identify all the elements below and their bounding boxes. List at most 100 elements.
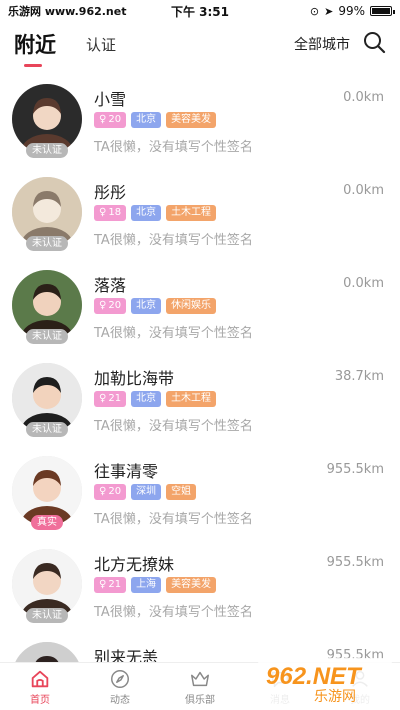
avatar-container[interactable]: 未认证	[12, 363, 82, 437]
age-value: 20	[108, 486, 122, 497]
svg-text:乐游网: 乐游网	[314, 689, 356, 705]
user-tags: ♀ 20 深圳 空姐	[94, 484, 197, 500]
user-bio: TA很懒，没有填写个性签名	[94, 512, 253, 527]
carrier-label: 乐游网 www.962.net	[8, 5, 127, 18]
female-icon: ♀	[99, 486, 107, 497]
user-list-item[interactable]: 真实 往事清零 955.5km ♀ 20 深圳 空姐 TA很懒，没有填写个性签名	[0, 444, 400, 537]
watermark-logo: 962.NET 乐游网	[258, 658, 392, 705]
verify-badge: 未认证	[26, 329, 68, 344]
age-tag: ♀ 18	[94, 205, 127, 221]
avatar-container[interactable]: 未认证	[12, 549, 82, 623]
svg-text:962.NET: 962.NET	[266, 663, 363, 690]
user-tags: ♀ 20 北京 休闲娱乐	[94, 298, 217, 314]
female-icon: ♀	[99, 300, 107, 311]
user-name: 加勒比海带	[94, 369, 175, 388]
avatar-container[interactable]	[12, 642, 82, 662]
user-bio: TA很懒，没有填写个性签名	[94, 605, 253, 620]
nav-label: 首页	[30, 694, 50, 706]
verify-badge: 真实	[31, 515, 63, 530]
city-tag: 北京	[131, 112, 162, 128]
avatar[interactable]	[12, 642, 82, 662]
female-icon: ♀	[99, 114, 107, 125]
crown-icon	[191, 671, 209, 686]
verify-badge: 未认证	[26, 608, 68, 623]
user-name: 北方无撩妹	[94, 555, 175, 574]
occupation-tag: 休闲娱乐	[166, 298, 217, 314]
occupation-tag: 土木工程	[166, 391, 217, 407]
age-value: 21	[108, 579, 122, 590]
user-list-item[interactable]: 未认证 落落 0.0km ♀ 20 北京 休闲娱乐 TA很懒，没有填写个性签名	[0, 258, 400, 351]
tab-verified[interactable]: 认证	[86, 34, 116, 55]
verify-badge: 未认证	[26, 236, 68, 251]
battery-icon	[370, 6, 395, 16]
city-filter-button[interactable]: 全部城市	[294, 34, 350, 54]
user-tags: ♀ 21 上海 美容美发	[94, 577, 217, 593]
nav-item-1[interactable]: 动态	[80, 663, 160, 710]
status-icons: ⊙ ➤ 99%	[309, 4, 395, 18]
occupation-tag: 空姐	[166, 484, 197, 500]
user-name: 彤彤	[94, 183, 127, 202]
top-header: 附近 认证 全部城市	[0, 22, 400, 67]
avatar-container[interactable]: 未认证	[12, 270, 82, 344]
nav-item-2[interactable]: 俱乐部	[160, 663, 240, 710]
age-tag: ♀ 21	[94, 577, 127, 593]
user-list: 未认证 小雪 0.0km ♀ 20 北京 美容美发 TA很懒，没有填写个性签名 未认证 彤彤 0.0…	[0, 72, 400, 662]
age-value: 21	[108, 393, 122, 404]
city-tag: 北京	[131, 205, 162, 221]
occupation-tag: 土木工程	[166, 205, 217, 221]
female-icon: ♀	[99, 579, 107, 590]
age-value: 20	[108, 114, 122, 125]
compass-icon	[111, 669, 129, 688]
location-icon: ➤	[324, 4, 334, 18]
user-list-item[interactable]: 未认证 北方无撩妹 955.5km ♀ 21 上海 美容美发 TA很懒，没有填写个性签名	[0, 537, 400, 630]
female-icon: ♀	[99, 393, 107, 404]
home-icon	[31, 670, 49, 687]
nav-item-0[interactable]: 首页	[0, 663, 80, 710]
occupation-tag: 美容美发	[166, 112, 217, 128]
alarm-icon: ⊙	[309, 4, 320, 18]
user-list-item[interactable]: 未认证 小雪 0.0km ♀ 20 北京 美容美发 TA很懒，没有填写个性签名	[0, 72, 400, 165]
age-tag: ♀ 21	[94, 391, 127, 407]
user-distance: 0.0km	[343, 183, 384, 198]
battery-percent: 99%	[338, 4, 365, 18]
clock: 下午 3:51	[170, 4, 230, 19]
city-tag: 上海	[131, 577, 162, 593]
avatar-container[interactable]: 真实	[12, 456, 82, 530]
city-tag: 北京	[131, 391, 162, 407]
user-bio: TA很懒，没有填写个性签名	[94, 419, 253, 434]
age-tag: ♀ 20	[94, 298, 127, 314]
city-tag: 深圳	[131, 484, 162, 500]
age-value: 20	[108, 300, 122, 311]
search-icon[interactable]	[362, 30, 386, 54]
user-name: 落落	[94, 276, 127, 295]
age-tag: ♀ 20	[94, 484, 127, 500]
user-distance: 955.5km	[326, 462, 384, 477]
user-distance: 955.5km	[326, 555, 384, 570]
user-bio: TA很懒，没有填写个性签名	[94, 233, 253, 248]
tab-nearby[interactable]: 附近	[14, 29, 56, 67]
nav-label: 俱乐部	[185, 694, 215, 706]
user-name: 往事清零	[94, 462, 159, 481]
user-distance: 0.0km	[343, 90, 384, 105]
user-tags: ♀ 20 北京 美容美发	[94, 112, 217, 128]
user-name: 小雪	[94, 90, 127, 109]
user-bio: TA很懒，没有填写个性签名	[94, 326, 253, 341]
city-tag: 北京	[131, 298, 162, 314]
age-tag: ♀ 20	[94, 112, 127, 128]
status-bar: 乐游网 www.962.net 下午 3:51 ⊙ ➤ 99%	[0, 0, 400, 22]
user-list-item[interactable]: 未认证 彤彤 0.0km ♀ 18 北京 土木工程 TA很懒，没有填写个性签名	[0, 165, 400, 258]
user-distance: 0.0km	[343, 276, 384, 291]
avatar-container[interactable]: 未认证	[12, 84, 82, 158]
occupation-tag: 美容美发	[166, 577, 217, 593]
user-name: 别来无恙	[94, 648, 159, 662]
verify-badge: 未认证	[26, 143, 68, 158]
user-list-item[interactable]: 未认证 加勒比海带 38.7km ♀ 21 北京 土木工程 TA很懒，没有填写个性签名	[0, 351, 400, 444]
female-icon: ♀	[99, 207, 107, 218]
age-value: 18	[108, 207, 122, 218]
user-tags: ♀ 18 北京 土木工程	[94, 205, 217, 221]
avatar-container[interactable]: 未认证	[12, 177, 82, 251]
nav-label: 动态	[110, 694, 130, 706]
verify-badge: 未认证	[26, 422, 68, 437]
user-tags: ♀ 21 北京 土木工程	[94, 391, 217, 407]
user-bio: TA很懒，没有填写个性签名	[94, 140, 253, 155]
